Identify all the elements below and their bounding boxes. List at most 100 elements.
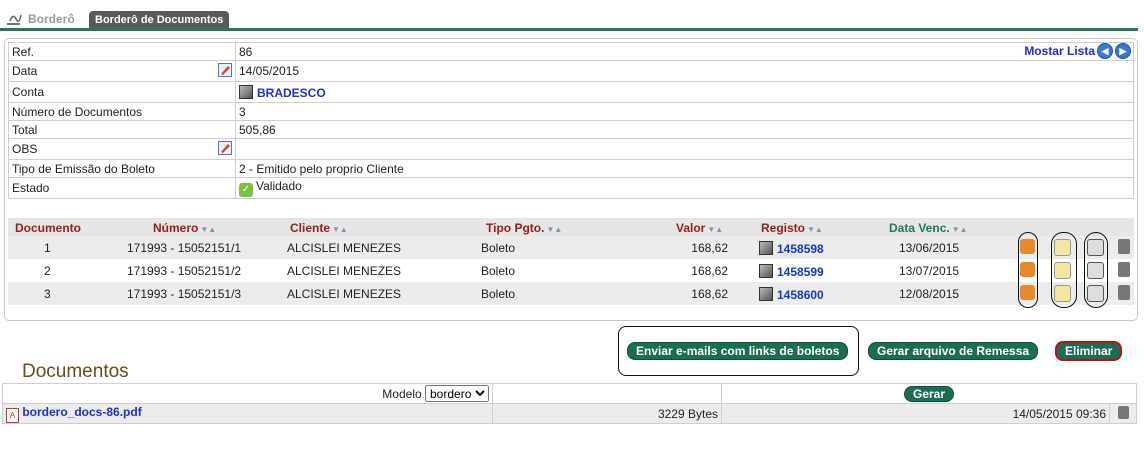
row-registo-cell: 1458599: [759, 264, 824, 279]
value-estado-cell: ✓ Validado: [235, 177, 1134, 199]
value-tipo-emissao: 2 - Emitido pelo proprio Cliente: [235, 159, 1134, 178]
label-total: Total: [8, 120, 236, 139]
registo-icon: [759, 287, 773, 301]
file-cell: A bordero_docs-86.pdf: [2, 403, 493, 424]
header-registo[interactable]: Registo ▼▲: [761, 221, 823, 235]
header-documento: Documento: [15, 221, 81, 235]
value-conta-cell: BRADESCO: [235, 81, 1134, 103]
sort-icon[interactable]: ▼▲: [332, 225, 348, 234]
gerar-remessa-button[interactable]: Gerar arquivo de Remessa: [868, 342, 1039, 360]
file-size: 3229 Bytes: [492, 403, 722, 424]
conta-link[interactable]: BRADESCO: [257, 86, 326, 100]
label-data-cell: Data: [8, 60, 236, 82]
edit-date-icon[interactable]: [218, 63, 232, 77]
empty-cell: [492, 383, 722, 404]
pdf-icon: A: [6, 407, 19, 423]
label-obs: OBS: [12, 142, 38, 156]
header-registo-label: Registo: [761, 221, 806, 235]
highlight-oval: [1084, 232, 1108, 308]
trash-icon[interactable]: [1118, 262, 1130, 277]
tab-bar: Borderô Borderô de Documentos: [0, 0, 1144, 31]
signature-icon: [7, 14, 22, 25]
sort-icon[interactable]: ▼▲: [546, 225, 562, 234]
gerar-button[interactable]: Gerar: [903, 385, 955, 402]
value-num-docs: 3: [235, 102, 1134, 121]
tab-bordero[interactable]: Borderô: [6, 10, 75, 28]
tab-bordero-label: Borderô: [28, 12, 75, 26]
row-numero: 171993 - 15052151/1: [127, 241, 242, 255]
edit-obs-icon[interactable]: [218, 141, 232, 155]
row-venc: 12/08/2015: [899, 287, 960, 301]
trash-icon[interactable]: [1117, 405, 1129, 419]
documents-header: Documento Número ▼▲ Cliente ▼▲ Tipo Pgto. ▼…: [8, 218, 1134, 236]
row-registo-link[interactable]: 1458600: [777, 288, 824, 302]
row-numero: 171993 - 15052151/2: [127, 264, 242, 278]
highlight-oval: [1018, 232, 1038, 308]
row-valor: 168,62: [691, 264, 728, 278]
enviar-emails-button[interactable]: Enviar e-mails com links de boletos: [627, 342, 849, 360]
label-tipo-emissao: Tipo de Emissão do Boleto: [8, 159, 236, 178]
header-valor[interactable]: Valor ▼▲: [676, 221, 723, 235]
modelo-cell: Modelo bordero: [2, 383, 493, 404]
value-obs: [235, 138, 1134, 160]
header-data-venc[interactable]: Data Venc. ▼▲: [889, 221, 968, 235]
documents-table: Documento Número ▼▲ Cliente ▼▲ Tipo Pgto. ▼…: [8, 218, 1134, 308]
row-cliente: ALCISLEI MENEZES: [287, 241, 402, 255]
sort-icon[interactable]: ▼▲: [200, 225, 216, 234]
tab-underline: [0, 28, 1138, 31]
row-registo-link[interactable]: 1458599: [777, 265, 824, 279]
table-row: 2 171993 - 15052151/2 ALCISLEI MENEZES B…: [8, 259, 1134, 282]
label-ref: Ref.: [8, 42, 236, 61]
gerar-cell: Gerar: [721, 383, 1137, 404]
info-table: Ref. 86 Data 14/05/2015 Conta BRADESCO Nú…: [8, 42, 1134, 199]
row-cliente: ALCISLEI MENEZES: [287, 287, 402, 301]
documentos-title: Documentos: [22, 361, 129, 382]
table-row: 3 171993 - 15052151/3 ALCISLEI MENEZES B…: [8, 282, 1134, 305]
value-ref: 86: [235, 42, 1134, 61]
file-link[interactable]: bordero_docs-86.pdf: [22, 405, 141, 419]
row-registo-link[interactable]: 1458598: [777, 242, 824, 256]
header-tipo[interactable]: Tipo Pgto. ▼▲: [486, 221, 562, 235]
header-tipo-label: Tipo Pgto.: [486, 221, 545, 235]
highlight-oval: [1051, 232, 1077, 308]
tab-bordero-documentos[interactable]: Borderô de Documentos: [89, 11, 230, 29]
sort-icon[interactable]: ▼▲: [952, 225, 968, 234]
row-cliente: ALCISLEI MENEZES: [287, 264, 402, 278]
sort-icon[interactable]: ▼▲: [807, 225, 823, 234]
value-total: 505,86: [235, 120, 1134, 139]
row-doc: 1: [44, 241, 51, 255]
row-venc: 13/06/2015: [899, 241, 960, 255]
row-doc: 2: [44, 264, 51, 278]
eliminar-button[interactable]: Eliminar: [1055, 341, 1123, 361]
row-tipo: Boleto: [481, 241, 516, 255]
label-conta: Conta: [8, 81, 236, 103]
header-numero-label: Número: [153, 221, 199, 235]
label-obs-cell: OBS: [8, 138, 236, 160]
output-table: Modelo bordero Gerar A bordero_docs-86.p…: [2, 383, 1137, 424]
file-delete-cell: [1109, 403, 1137, 424]
label-num-docs: Número de Documentos: [8, 102, 236, 121]
validated-icon: ✓: [239, 183, 253, 197]
trash-icon[interactable]: [1118, 285, 1130, 300]
account-icon: [239, 84, 253, 99]
row-tipo: Boleto: [481, 287, 516, 301]
file-date: 14/05/2015 09:36: [721, 403, 1110, 424]
row-registo-cell: 1458600: [759, 287, 824, 302]
bordero-panel: Mostar Lista ◀ ▶ Ref. 86 Data 14/05/2015 …: [4, 38, 1138, 321]
label-data: Data: [12, 64, 38, 78]
row-valor: 168,62: [691, 241, 728, 255]
modelo-select[interactable]: bordero: [425, 385, 489, 402]
modelo-label: Modelo: [382, 387, 422, 401]
row-tipo: Boleto: [481, 264, 516, 278]
row-registo-cell: 1458598: [759, 241, 824, 256]
header-numero[interactable]: Número ▼▲: [153, 221, 216, 235]
label-estado: Estado: [8, 177, 236, 199]
header-venc-label: Data Venc.: [889, 221, 950, 235]
row-valor: 168,62: [691, 287, 728, 301]
sort-icon[interactable]: ▼▲: [707, 225, 723, 234]
estado-value: Validado: [256, 179, 302, 193]
row-doc: 3: [44, 287, 51, 301]
header-cliente[interactable]: Cliente ▼▲: [290, 221, 348, 235]
trash-icon[interactable]: [1118, 239, 1130, 254]
header-valor-label: Valor: [676, 221, 706, 235]
